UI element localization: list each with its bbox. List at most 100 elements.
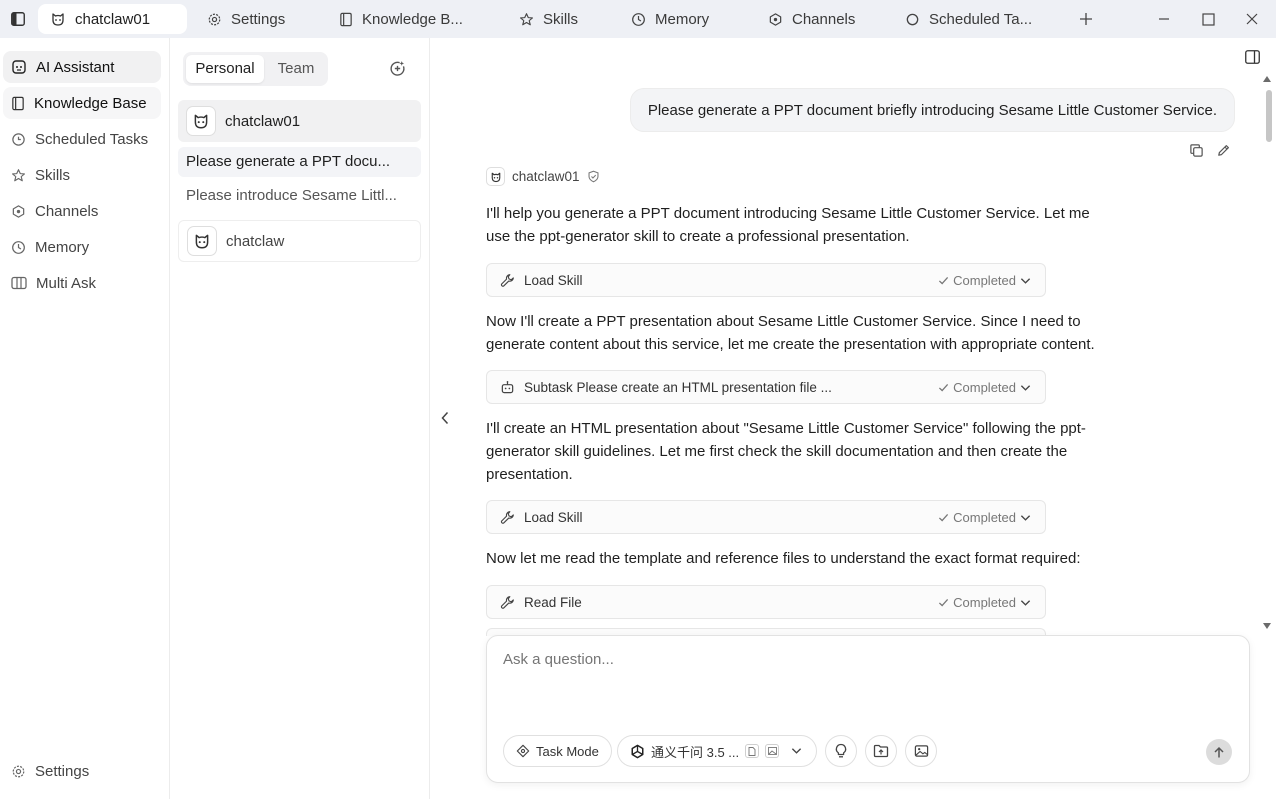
nav-label: Channels [35,202,99,220]
tool-call-card[interactable]: Read File Completed [486,585,1046,619]
right-panel-toggle-icon[interactable] [1245,50,1260,67]
copy-icon[interactable] [1189,143,1204,161]
nav-label: AI Assistant [36,58,115,76]
gear-icon [208,13,221,25]
avatar [486,167,505,186]
nav-item-settings[interactable]: Settings [3,755,161,787]
clock-icon [632,12,645,26]
nav-item-skills[interactable]: Skills [3,159,161,191]
verified-shield-icon [588,170,599,183]
folder-upload-icon [873,744,889,758]
arrow-up-icon [1214,746,1224,757]
assistant-paragraph: I'll help you generate a PPT document in… [486,205,1090,245]
send-button[interactable] [1206,739,1232,765]
nav-label: Skills [35,166,71,184]
tab-label: Knowledge B... [362,10,463,28]
chevron-down-icon[interactable] [1020,277,1031,285]
nav-label: Settings [35,762,90,780]
scope-segmented-control: Personal Team [183,52,328,86]
book-icon [340,12,352,26]
tab-skills[interactable]: Skills [507,4,590,34]
chevron-down-icon[interactable] [1020,599,1031,607]
target-diamond-icon [516,744,530,758]
thread-item[interactable]: Please introduce Sesame Littl... [178,181,421,211]
tab-scheduled-tasks[interactable]: Scheduled Ta... [893,4,1044,34]
thread-item[interactable]: Please generate a PPT docu... [178,147,421,177]
nav-item-ai-assistant[interactable]: AI Assistant [3,51,161,83]
lightbulb-button[interactable] [825,735,857,767]
tool-status-text: Completed [953,379,1016,395]
tab-settings[interactable]: Settings [195,4,297,34]
timer-icon [12,132,25,146]
new-chat-icon[interactable] [389,60,407,78]
assistant-paragraph: Now I'll create a PPT presentation about… [486,313,1095,353]
chevron-down-icon [792,748,802,754]
check-icon [939,276,949,284]
new-tab-plus-icon[interactable] [1076,9,1096,29]
message-actions [1189,143,1231,161]
chevron-down-icon[interactable] [1020,384,1031,392]
sidebar-toggle-icon[interactable] [9,10,27,28]
nav-item-memory[interactable]: Memory [3,231,161,263]
assistant-paragraph: Now let me read the template and referen… [486,550,1081,567]
tool-call-card[interactable]: Load Skill Completed [486,500,1046,534]
edit-pencil-icon[interactable] [1216,143,1231,161]
check-icon [939,513,949,521]
agent-name: chatclaw [226,232,285,250]
chat-scrollbar-thumb[interactable] [1266,90,1272,142]
avatar [187,226,217,256]
scroll-up-arrow-icon[interactable] [1263,76,1271,82]
close-window-icon[interactable] [1242,9,1262,29]
segment-personal[interactable]: Personal [186,55,264,83]
scroll-down-arrow-icon[interactable] [1263,623,1271,629]
radio-circle-icon [906,13,919,25]
avatar [186,106,216,136]
agent-name: chatclaw01 [225,112,301,130]
tool-status: Completed [938,380,1016,395]
nav-item-multi-ask[interactable]: Multi Ask [3,267,161,299]
nav-item-knowledge-base[interactable]: Knowledge Base [3,87,161,119]
assistant-name: chatclaw01 [512,169,580,184]
title-bar: chatclaw01 Settings Knowledge B... Skill… [0,0,1276,38]
model-label: 通义千问 3.5 ... [651,744,740,760]
tab-channels[interactable]: Channels [756,4,867,34]
tool-call-card[interactable]: Load Skill Completed [486,263,1046,297]
nav-item-channels[interactable]: Channels [3,195,161,227]
tab-label: Skills [543,10,579,28]
image-capability-icon [765,744,780,758]
nav-label: Multi Ask [36,274,97,292]
tab-chatclaw01[interactable]: chatclaw01 [38,4,187,34]
segment-team[interactable]: Team [267,55,325,83]
tool-label: Load Skill [524,272,583,288]
subtask-card[interactable]: Subtask Please create an HTML presentati… [486,370,1046,404]
tab-label: Scheduled Ta... [929,10,1033,28]
attach-folder-button[interactable] [865,735,897,767]
tool-status: Completed [938,273,1016,288]
nav-item-scheduled-tasks[interactable]: Scheduled Tasks [3,123,161,155]
tool-status: Completed [938,595,1016,610]
model-selector[interactable]: 通义千问 3.5 ... [617,735,817,767]
star-icon [520,12,533,25]
hub-icon [769,12,782,26]
chevron-down-icon[interactable] [1020,514,1031,522]
task-mode-button[interactable]: Task Mode [503,735,612,767]
minimize-icon[interactable] [1154,9,1174,29]
tool-status-text: Completed [953,272,1016,288]
collapse-panel-chevron-left-icon[interactable] [439,410,451,429]
maximize-icon[interactable] [1198,9,1218,29]
nav-label: Knowledge Base [34,94,147,112]
check-icon [939,598,949,606]
tab-label: Memory [655,10,710,28]
assistant-paragraph: I'll create an HTML presentation about "… [486,420,1086,483]
tool-status: Completed [938,510,1016,525]
tab-memory[interactable]: Memory [619,4,721,34]
tool-label: Subtask Please create an HTML presentati… [524,379,832,395]
attach-image-button[interactable] [905,735,937,767]
tab-knowledge-base[interactable]: Knowledge B... [327,4,475,34]
question-input[interactable] [503,651,1223,668]
main-navigation: AI Assistant Knowledge Base Scheduled Ta… [0,38,170,799]
agent-item-chatclaw01[interactable]: chatclaw01 [178,100,421,142]
chat-scrollbar[interactable] [1263,74,1273,634]
agent-item-chatclaw[interactable]: chatclaw [178,220,421,262]
tool-status-text: Completed [953,594,1016,610]
